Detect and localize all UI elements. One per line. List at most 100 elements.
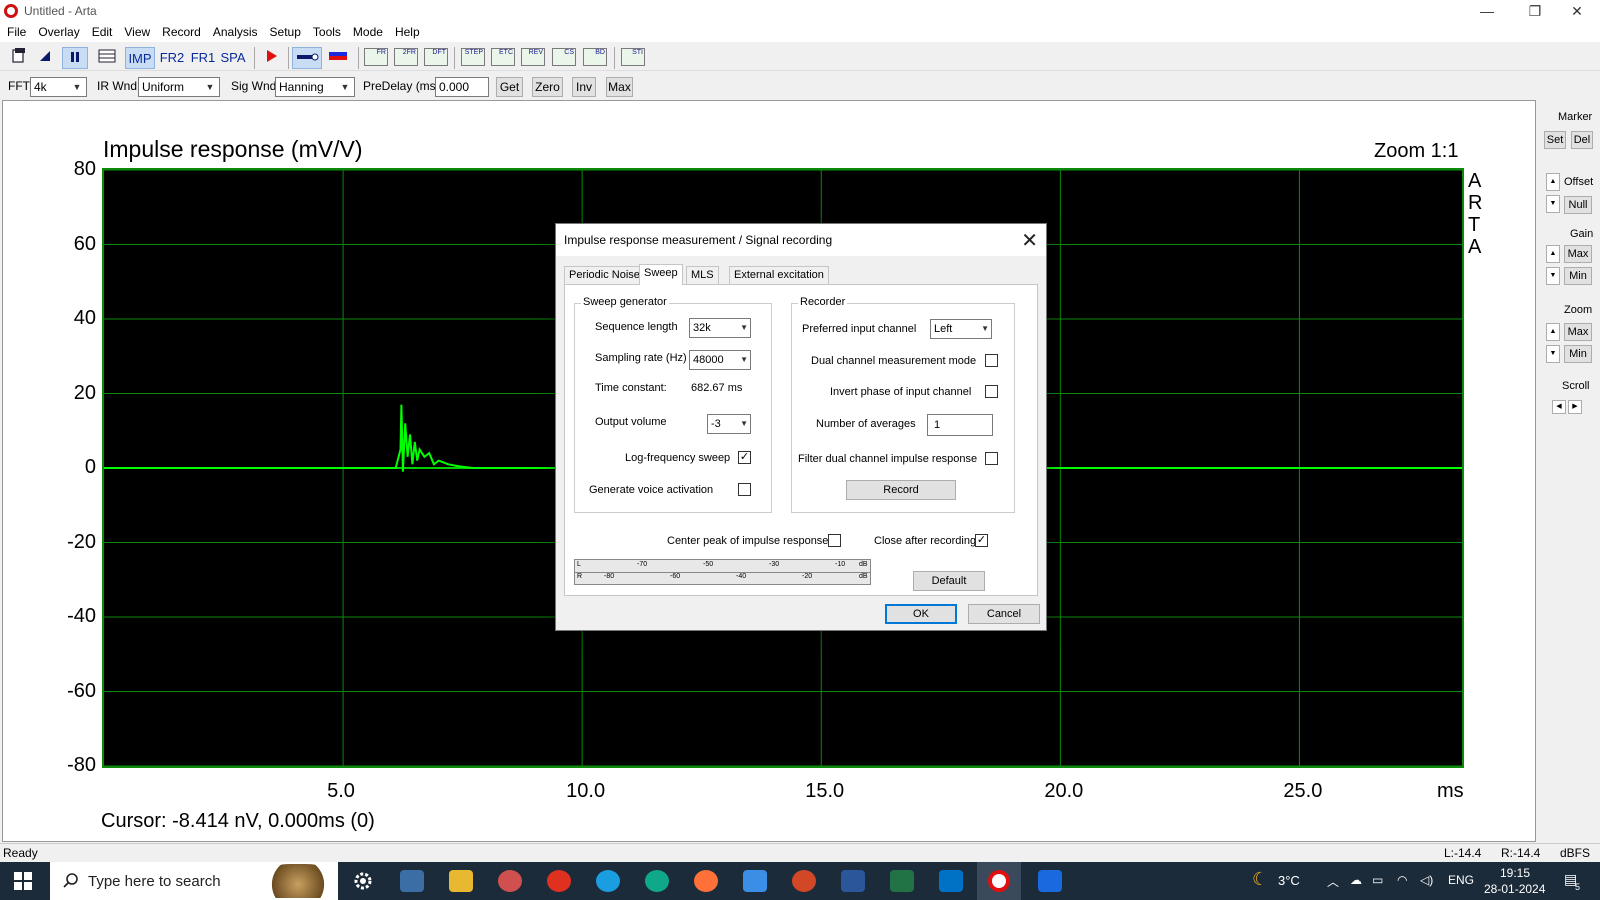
- calculator-icon[interactable]: [400, 870, 424, 892]
- ok-button[interactable]: OK: [885, 604, 957, 624]
- marker-set-button[interactable]: Set: [1544, 131, 1566, 149]
- close-window-button[interactable]: ✕: [1554, 0, 1600, 22]
- tab-sweep[interactable]: Sweep: [639, 264, 683, 285]
- zoom-down-icon[interactable]: ▼: [1546, 345, 1560, 363]
- file-explorer-icon[interactable]: [449, 870, 473, 892]
- minimize-button[interactable]: —: [1464, 0, 1510, 22]
- dft-chart-icon[interactable]: DFT: [424, 48, 448, 66]
- close-after-checkbox[interactable]: ✓: [975, 534, 988, 547]
- dialog-close-icon[interactable]: ✕: [1021, 228, 1038, 253]
- sampling-rate-select[interactable]: 48000 ▼: [689, 350, 751, 370]
- bd-chart-icon[interactable]: BD: [583, 48, 607, 66]
- table-icon[interactable]: [94, 47, 120, 69]
- cloud-icon[interactable]: ☁: [1350, 873, 1362, 887]
- offset-up-icon[interactable]: ▲: [1546, 173, 1560, 191]
- arrow-icon[interactable]: [32, 47, 58, 69]
- inv-button[interactable]: Inv: [572, 77, 596, 97]
- gain-down-icon[interactable]: ▼: [1546, 267, 1560, 285]
- center-peak-checkbox[interactable]: [828, 534, 841, 547]
- browser-app-icon[interactable]: [547, 870, 571, 892]
- generator-icon[interactable]: [292, 47, 322, 69]
- outlook-icon[interactable]: [939, 870, 963, 892]
- paint-app-icon[interactable]: [498, 870, 522, 892]
- pause-icon[interactable]: [62, 47, 88, 69]
- zero-button[interactable]: Zero: [532, 77, 563, 97]
- dual-channel-checkbox[interactable]: [985, 354, 998, 367]
- get-button[interactable]: Get: [496, 77, 523, 97]
- excel-icon[interactable]: [890, 870, 914, 892]
- marker-del-button[interactable]: Del: [1571, 131, 1593, 149]
- gain-min-button[interactable]: Min: [1564, 267, 1592, 285]
- word-icon[interactable]: [841, 870, 865, 892]
- log-sweep-checkbox[interactable]: ✓: [738, 451, 751, 464]
- app-m-icon[interactable]: [1038, 870, 1062, 892]
- menu-mode[interactable]: Mode: [346, 22, 388, 39]
- zoom-max-button[interactable]: Max: [1564, 323, 1592, 341]
- menu-analysis[interactable]: Analysis: [206, 22, 263, 39]
- sti-chart-icon[interactable]: STI: [621, 48, 645, 66]
- zoom-up-icon[interactable]: ▲: [1546, 323, 1560, 341]
- taskbar-search-box[interactable]: Type here to search: [50, 862, 338, 900]
- language-indicator[interactable]: ENG: [1448, 873, 1474, 887]
- firefox-icon[interactable]: [694, 870, 718, 892]
- invert-phase-checkbox[interactable]: [985, 385, 998, 398]
- offset-down-icon[interactable]: ▼: [1546, 195, 1560, 213]
- 2fr-chart-icon[interactable]: 2FR: [394, 48, 418, 66]
- spa-mode-button[interactable]: SPA: [218, 47, 248, 69]
- battery-icon[interactable]: ▭: [1372, 873, 1383, 887]
- voice-activation-checkbox[interactable]: [738, 483, 751, 496]
- wifi-icon[interactable]: ◠: [1397, 873, 1407, 887]
- edge-icon[interactable]: [596, 870, 620, 892]
- etc-chart-icon[interactable]: ETC: [491, 48, 515, 66]
- scroll-left-icon[interactable]: ◀: [1552, 400, 1566, 414]
- menu-record[interactable]: Record: [155, 22, 206, 39]
- record-button[interactable]: Record: [846, 480, 956, 500]
- menu-view[interactable]: View: [117, 22, 155, 39]
- menu-setup[interactable]: Setup: [263, 22, 306, 39]
- output-volume-select[interactable]: -3 ▼: [707, 414, 751, 434]
- settings-gear-icon[interactable]: [351, 870, 375, 892]
- powerpoint-icon[interactable]: [792, 870, 816, 892]
- menu-overlay[interactable]: Overlay: [31, 22, 84, 39]
- averages-input[interactable]: 1: [927, 414, 993, 436]
- offset-null-button[interactable]: Null: [1564, 196, 1592, 214]
- record-play-icon[interactable]: [258, 47, 284, 69]
- menu-edit[interactable]: Edit: [85, 22, 118, 39]
- default-button[interactable]: Default: [913, 571, 985, 591]
- clock-date[interactable]: 28-01-2024: [1484, 882, 1545, 896]
- filter-dual-checkbox[interactable]: [985, 452, 998, 465]
- fr-chart-icon[interactable]: FR: [364, 48, 388, 66]
- cs-chart-icon[interactable]: CS: [552, 48, 576, 66]
- preferred-channel-select[interactable]: Left ▼: [930, 319, 992, 339]
- temperature[interactable]: 3°C: [1278, 873, 1300, 888]
- menu-file[interactable]: File: [0, 22, 31, 39]
- open-icon[interactable]: [6, 47, 32, 69]
- predelay-input[interactable]: 0.000: [435, 77, 489, 97]
- fr2-mode-button[interactable]: FR2: [157, 47, 187, 69]
- gain-max-button[interactable]: Max: [1564, 245, 1592, 263]
- menu-help[interactable]: Help: [388, 22, 425, 39]
- sig-wnd-select[interactable]: Hanning ▼: [275, 77, 355, 97]
- step-chart-icon[interactable]: STEP: [461, 48, 485, 66]
- rev-chart-icon[interactable]: REV: [521, 48, 545, 66]
- tab-mls[interactable]: MLS: [686, 266, 719, 284]
- gain-up-icon[interactable]: ▲: [1546, 245, 1560, 263]
- weather-moon-icon[interactable]: ☾: [1252, 869, 1268, 890]
- signal-icon[interactable]: [324, 47, 352, 69]
- zoom-min-button[interactable]: Min: [1564, 345, 1592, 363]
- tab-periodic-noise[interactable]: Periodic Noise: [564, 266, 645, 284]
- fft-select[interactable]: 4k ▼: [30, 77, 87, 97]
- mail-icon[interactable]: [743, 870, 767, 892]
- clock-time[interactable]: 19:15: [1500, 866, 1530, 880]
- edge-beta-icon[interactable]: [645, 870, 669, 892]
- volume-icon[interactable]: ◁): [1420, 873, 1433, 887]
- imp-mode-button[interactable]: IMP: [125, 47, 155, 69]
- max-button[interactable]: Max: [606, 77, 633, 97]
- menu-tools[interactable]: Tools: [306, 22, 346, 39]
- fr1-mode-button[interactable]: FR1: [188, 47, 218, 69]
- arta-taskbar-active[interactable]: [977, 862, 1021, 900]
- cancel-button[interactable]: Cancel: [968, 604, 1040, 624]
- tab-external-excitation[interactable]: External excitation: [729, 266, 829, 284]
- windows-start-icon[interactable]: [14, 872, 32, 890]
- ir-wnd-select[interactable]: Uniform ▼: [138, 77, 220, 97]
